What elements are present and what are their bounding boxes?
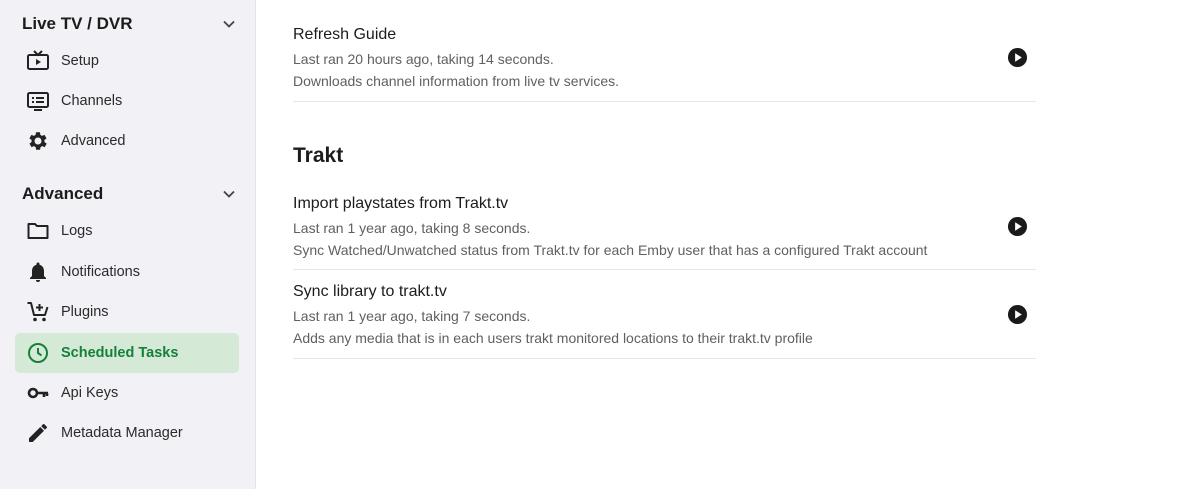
- task-title[interactable]: Refresh Guide: [293, 26, 396, 44]
- gear-icon: [26, 129, 50, 153]
- folder-icon: [26, 219, 50, 243]
- sidebar-item-label: Logs: [61, 223, 93, 239]
- sidebar-item-plugins[interactable]: Plugins: [15, 292, 239, 332]
- sidebar-item-label: Metadata Manager: [61, 425, 183, 441]
- sidebar-item-scheduled-tasks[interactable]: Scheduled Tasks: [15, 333, 239, 373]
- task-title[interactable]: Import playstates from Trakt.tv: [293, 195, 508, 213]
- task-row: Refresh Guide Last ran 20 hours ago, tak…: [293, 0, 1036, 102]
- scheduled-tasks-main: Refresh Guide Last ran 20 hours ago, tak…: [293, 0, 1036, 489]
- section-title: Live TV / DVR: [22, 14, 133, 33]
- live-tv-icon: [26, 49, 50, 73]
- task-description: Sync Watched/Unwatched status from Trakt…: [293, 242, 928, 258]
- play-icon[interactable]: [1006, 303, 1028, 325]
- play-icon[interactable]: [1006, 215, 1028, 237]
- sidebar-item-channels[interactable]: Channels: [15, 81, 239, 121]
- sidebar: Live TV / DVR Setup Channels Advanced Ad…: [0, 0, 256, 489]
- sidebar-item-notifications[interactable]: Notifications: [15, 252, 239, 292]
- sidebar-item-setup[interactable]: Setup: [15, 41, 239, 81]
- sidebar-item-logs[interactable]: Logs: [15, 211, 239, 251]
- chevron-down-icon: [222, 187, 236, 201]
- cart-plus-icon: [26, 300, 50, 324]
- task-last-ran: Last ran 20 hours ago, taking 14 seconds…: [293, 51, 554, 67]
- task-last-ran: Last ran 1 year ago, taking 7 seconds.: [293, 308, 531, 324]
- task-title[interactable]: Sync library to trakt.tv: [293, 283, 447, 301]
- sidebar-item-label: Api Keys: [61, 385, 119, 401]
- bell-icon: [26, 260, 50, 284]
- channels-list-icon: [26, 89, 50, 113]
- task-last-ran: Last ran 1 year ago, taking 8 seconds.: [293, 220, 531, 236]
- sidebar-item-api-keys[interactable]: Api Keys: [15, 373, 239, 413]
- sidebar-item-label: Advanced: [61, 133, 126, 149]
- clock-icon: [26, 341, 50, 365]
- key-icon: [26, 381, 50, 405]
- task-description: Downloads channel information from live …: [293, 73, 620, 89]
- task-group-title: Trakt: [293, 144, 344, 167]
- task-row: Import playstates from Trakt.tv Last ran…: [293, 190, 1036, 270]
- sidebar-item-label: Setup: [61, 53, 99, 69]
- task-row: Sync library to trakt.tv Last ran 1 year…: [293, 271, 1036, 359]
- sidebar-item-label: Notifications: [61, 264, 140, 280]
- sidebar-item-advanced-livetv[interactable]: Advanced: [15, 121, 239, 161]
- sidebar-item-label: Scheduled Tasks: [61, 345, 179, 361]
- sidebar-item-label: Channels: [61, 93, 123, 109]
- sidebar-item-metadata-manager[interactable]: Metadata Manager: [15, 413, 239, 453]
- play-icon[interactable]: [1006, 46, 1028, 68]
- section-header-advanced[interactable]: Advanced: [22, 180, 236, 208]
- section-header-live-tv[interactable]: Live TV / DVR: [22, 10, 236, 38]
- section-title: Advanced: [22, 184, 104, 203]
- chevron-down-icon: [222, 17, 236, 31]
- pencil-icon: [26, 421, 50, 445]
- task-description: Adds any media that is in each users tra…: [293, 330, 813, 346]
- sidebar-item-label: Plugins: [61, 304, 109, 320]
